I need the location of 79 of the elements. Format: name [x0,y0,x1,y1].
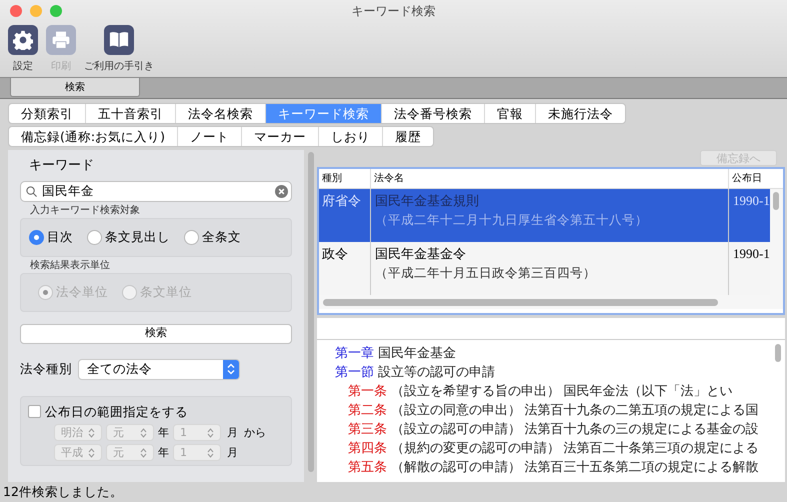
contents-heading[interactable]: 第三条 [348,418,387,438]
status-text: 12件検索しました。 [3,482,123,501]
segment-tab[interactable]: 法令番号検索 [381,104,484,123]
search-button[interactable]: 検索 [20,324,292,344]
checkbox-label: 公布日の範囲指定をする [45,402,188,420]
window-title: キーワード検索 [352,3,436,20]
contents-heading[interactable]: 第一節 [335,362,374,382]
segment-tab[interactable]: 未施行法令 [535,104,625,123]
radio-label: 条文見出し [105,228,170,246]
main-tab[interactable]: 検索 [10,78,140,97]
contents-heading[interactable]: 第五条 [348,456,387,476]
toolbar-button[interactable]: ご利用の手引き [84,25,154,74]
radio-label: 条文単位 [140,282,192,301]
stepper-icon [140,448,147,458]
contents-text: （設立の認可の申請） 法第百十九条の三の規定による基金の設 [391,420,758,438]
radio-button[interactable] [87,230,102,244]
stepper-icon [88,428,95,438]
scrollbar-thumb [773,192,780,210]
contents-text: （解散の認可の申請） 法第百三十五条第二項の規定による解散 [391,458,758,476]
book-icon [104,25,134,55]
contents-heading[interactable]: 第四条 [348,438,387,458]
law-type-cell-text: 府省令 [321,192,362,210]
stepper-icon [207,448,214,458]
unit-label: 月 [227,444,238,460]
range-suffix: から [244,424,266,440]
checkbox[interactable] [28,405,41,418]
contents-text: 国民年金基金 [378,344,456,362]
contents-heading[interactable]: 第一条 [348,380,387,400]
clear-icon[interactable] [275,184,288,198]
group-label: 入力キーワード検索対象 [29,204,141,218]
group-label: 検索結果表示単位 [29,258,111,272]
law-number: （平成二年十月五日政令第三百四号） [375,264,597,282]
law-number: （平成二年十二月十九日厚生省令第五十八号） [375,212,649,228]
segment-tab[interactable]: 分類索引 [9,104,85,123]
toolbar-button[interactable]: 設定 [8,25,38,74]
stepper-icon [140,428,147,438]
segment-tab[interactable]: マーカー [240,127,318,146]
column-header[interactable]: 公布日 [728,169,783,188]
stepper-icon [88,448,95,458]
segment-tab[interactable]: 履歴 [382,127,433,146]
result-row[interactable]: 政令 国民年金基金令 （平成二年十月五日政令第三百四号） 1990-1 [319,242,770,295]
scrollbar-thumb [775,344,781,362]
law-type-label: 法令種別 [20,360,72,378]
contents-heading[interactable]: 第一章 [335,342,374,362]
segment-tab[interactable]: 五十音索引 [85,104,175,123]
unit-label: 年 [158,424,169,440]
radio-button[interactable] [184,230,199,244]
search-field[interactable]: 国民年金 [20,180,292,202]
stepper-icon [207,428,214,438]
segment-tab[interactable]: 官報 [484,104,535,123]
stepper-icon [223,360,239,378]
radio-label: 目次 [47,228,73,246]
segment-tab[interactable]: 備忘録(通称:お気に入り) [9,127,177,146]
law-type-dropdown[interactable]: 全ての法令 [78,358,240,380]
contents-text: （規約の変更の認可の申請） 法第百二十条第三項の規定による [391,438,758,457]
keyword-heading: キーワード [28,157,95,175]
contents-text: （設立の同意の申出） 法第百十九条の二第五項の規定による国 [391,400,758,419]
column-header[interactable]: 種別 [319,169,370,188]
law-type-cell-text: 政令 [321,245,349,263]
unit-label: 月 [227,424,238,440]
zoom-button[interactable] [50,5,62,17]
segment-tab[interactable]: ノート [176,127,241,146]
segment-tab[interactable]: しおり [318,127,382,146]
radio-button[interactable] [29,230,44,244]
radio-label: 法令単位 [56,282,108,301]
law-name: 国民年金基金令 [375,245,467,263]
minimize-button[interactable] [30,5,42,17]
column-header[interactable]: 法令名 [370,169,728,188]
contents-text: （設立を希望する旨の申出） 国民年金法（以下「法」とい [391,382,732,400]
settings-icon [8,25,38,55]
result-row[interactable]: 府省令 国民年金基金規則 （平成二年十二月十九日厚生省令第五十八号） 1990-1 [319,189,770,242]
contents-text: 設立等の認可の申請 [378,362,495,381]
radio-label: 全条文 [202,228,241,246]
search-icon [26,186,37,196]
printer-icon [46,25,76,55]
unit-label: 年 [158,444,169,460]
law-name: 国民年金基金規則 [375,192,480,210]
contents-heading[interactable]: 第二条 [348,400,387,420]
close-button[interactable] [10,5,22,17]
